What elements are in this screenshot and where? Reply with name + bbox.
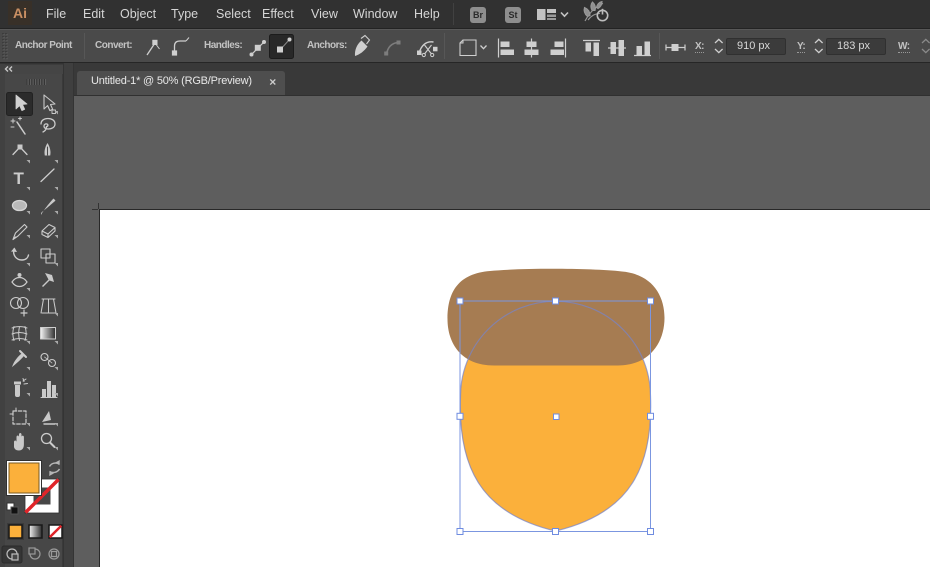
svg-text:T: T (14, 169, 25, 188)
